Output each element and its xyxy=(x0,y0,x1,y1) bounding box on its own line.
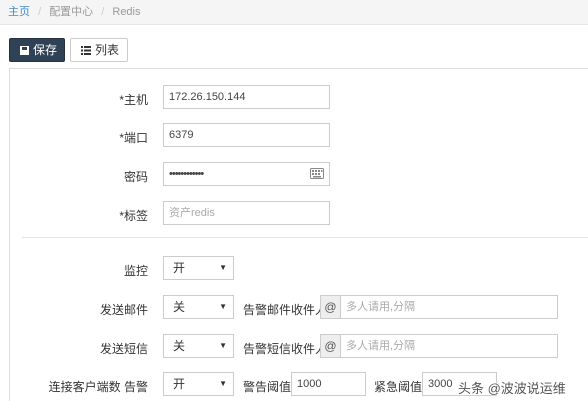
tag-input[interactable]: 资产redis xyxy=(163,201,330,225)
send-sms-select[interactable]: 关 ▼ xyxy=(163,334,234,358)
breadcrumb-current: Redis xyxy=(112,6,141,18)
tag-label: *标签 xyxy=(119,209,148,223)
send-email-label: 发送邮件 xyxy=(99,303,148,317)
breadcrumb-separator: / xyxy=(101,6,105,18)
send-sms-select-value: 关 xyxy=(173,339,186,353)
warn-threshold-label: 警告阈值 xyxy=(243,380,292,394)
save-button-label: 保存 xyxy=(33,43,58,57)
watermark: 头条 @波波说运维 xyxy=(458,381,566,396)
at-addon: @ xyxy=(320,334,341,358)
caret-down-icon: ▼ xyxy=(219,302,227,311)
connections-alert-select[interactable]: 开 ▼ xyxy=(163,372,234,396)
sms-recipients-input[interactable]: 多人请用,分隔 xyxy=(340,334,558,358)
at-addon: @ xyxy=(320,295,341,319)
email-recipient-label: 告警邮件收件人 xyxy=(243,303,328,317)
save-button[interactable]: 保存 xyxy=(9,38,65,62)
keyboard-icon[interactable] xyxy=(310,168,324,179)
breadcrumb: 主页 / 配置中心 / Redis xyxy=(0,0,588,25)
monitor-label: 监控 xyxy=(123,264,148,278)
caret-down-icon: ▼ xyxy=(219,263,227,272)
send-email-select[interactable]: 关 ▼ xyxy=(163,295,234,319)
sms-recipient-label: 告警短信收件人 xyxy=(243,342,328,356)
list-icon xyxy=(81,46,91,55)
password-input[interactable]: •••••••••••• xyxy=(163,162,330,186)
breadcrumb-config-center[interactable]: 配置中心 xyxy=(49,6,93,18)
send-email-select-value: 关 xyxy=(173,300,186,314)
caret-down-icon: ▼ xyxy=(219,379,227,388)
caret-down-icon: ▼ xyxy=(219,341,227,350)
port-input[interactable]: 6379 xyxy=(163,123,330,147)
section-divider xyxy=(22,237,588,238)
connections-alert-label: 连接客户端数 告警 xyxy=(48,380,148,394)
host-label: *主机 xyxy=(119,93,148,107)
port-label: *端口 xyxy=(119,131,148,145)
list-button[interactable]: 列表 xyxy=(70,38,128,62)
breadcrumb-separator: / xyxy=(38,6,42,18)
floppy-disk-icon xyxy=(20,46,29,55)
list-button-label: 列表 xyxy=(95,43,120,57)
warn-threshold-input[interactable]: 1000 xyxy=(291,372,366,396)
critical-threshold-label: 紧急阈值 xyxy=(374,380,423,394)
email-recipients-input[interactable]: 多人请用,分隔 xyxy=(340,295,558,319)
monitor-select-value: 开 xyxy=(173,261,186,275)
monitor-select[interactable]: 开 ▼ xyxy=(163,256,234,280)
password-label: 密码 xyxy=(123,170,148,184)
breadcrumb-home-link[interactable]: 主页 xyxy=(8,6,30,18)
host-input[interactable]: 172.26.150.144 xyxy=(163,85,330,109)
send-sms-label: 发送短信 xyxy=(99,342,148,356)
password-value: •••••••••••• xyxy=(169,168,204,180)
connections-alert-select-value: 开 xyxy=(173,377,186,391)
